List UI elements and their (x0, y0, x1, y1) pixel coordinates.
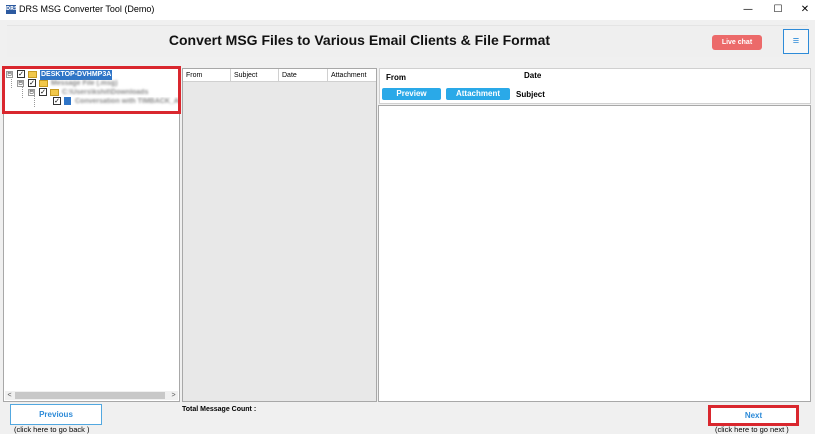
tree-highlight-annotation (2, 66, 181, 114)
total-message-count: Total Message Count : (182, 406, 257, 413)
title-bar: DRS DRS MSG Converter Tool (Demo) — ☐ ✕ (0, 0, 815, 20)
column-header-from[interactable]: From (183, 69, 231, 82)
message-preview-area[interactable] (378, 105, 811, 402)
maximize-button[interactable]: ☐ (763, 0, 793, 20)
message-list-header: From Subject Date Attachment (183, 69, 376, 82)
hamburger-icon: ≡ (792, 35, 800, 47)
previous-button[interactable]: Previous (10, 404, 102, 425)
app-window: DRS DRS MSG Converter Tool (Demo) — ☐ ✕ … (0, 0, 815, 434)
preview-header: From Date Preview Attachment Subject (379, 68, 811, 104)
subject-label: Subject (516, 90, 545, 99)
folder-tree-panel[interactable]: ⊟ ✓ DESKTOP-DVHMP3A ⊟ ✓ Message File (.m… (3, 68, 180, 402)
horizontal-scrollbar[interactable]: < > (5, 391, 178, 400)
from-label: From (386, 73, 406, 82)
message-list-panel[interactable]: From Subject Date Attachment (182, 68, 377, 402)
live-chat-button[interactable]: Live chat (712, 35, 762, 50)
close-button[interactable]: ✕ (790, 0, 815, 20)
column-header-subject[interactable]: Subject (231, 69, 279, 82)
hamburger-menu-button[interactable]: ≡ (783, 29, 809, 54)
scroll-right-icon[interactable]: > (169, 391, 178, 400)
previous-hint: (click here to go back ) (14, 425, 90, 434)
page-title: Convert MSG Files to Various Email Clien… (168, 32, 551, 48)
minimize-button[interactable]: — (733, 0, 763, 20)
column-header-attachment[interactable]: Attachment (328, 69, 376, 82)
window-title: DRS MSG Converter Tool (Demo) (19, 4, 155, 14)
scroll-left-icon[interactable]: < (5, 391, 14, 400)
attachment-tab-button[interactable]: Attachment (446, 88, 510, 100)
app-logo-icon: DRS (6, 5, 18, 14)
preview-tab-button[interactable]: Preview (382, 88, 441, 100)
next-button[interactable]: Next (708, 405, 799, 426)
next-hint: (click here to go next ) (715, 425, 789, 434)
header-banner: Convert MSG Files to Various Email Clien… (7, 25, 809, 57)
column-header-date[interactable]: Date (279, 69, 328, 82)
scrollbar-thumb[interactable] (15, 392, 165, 399)
date-label: Date (524, 71, 542, 80)
